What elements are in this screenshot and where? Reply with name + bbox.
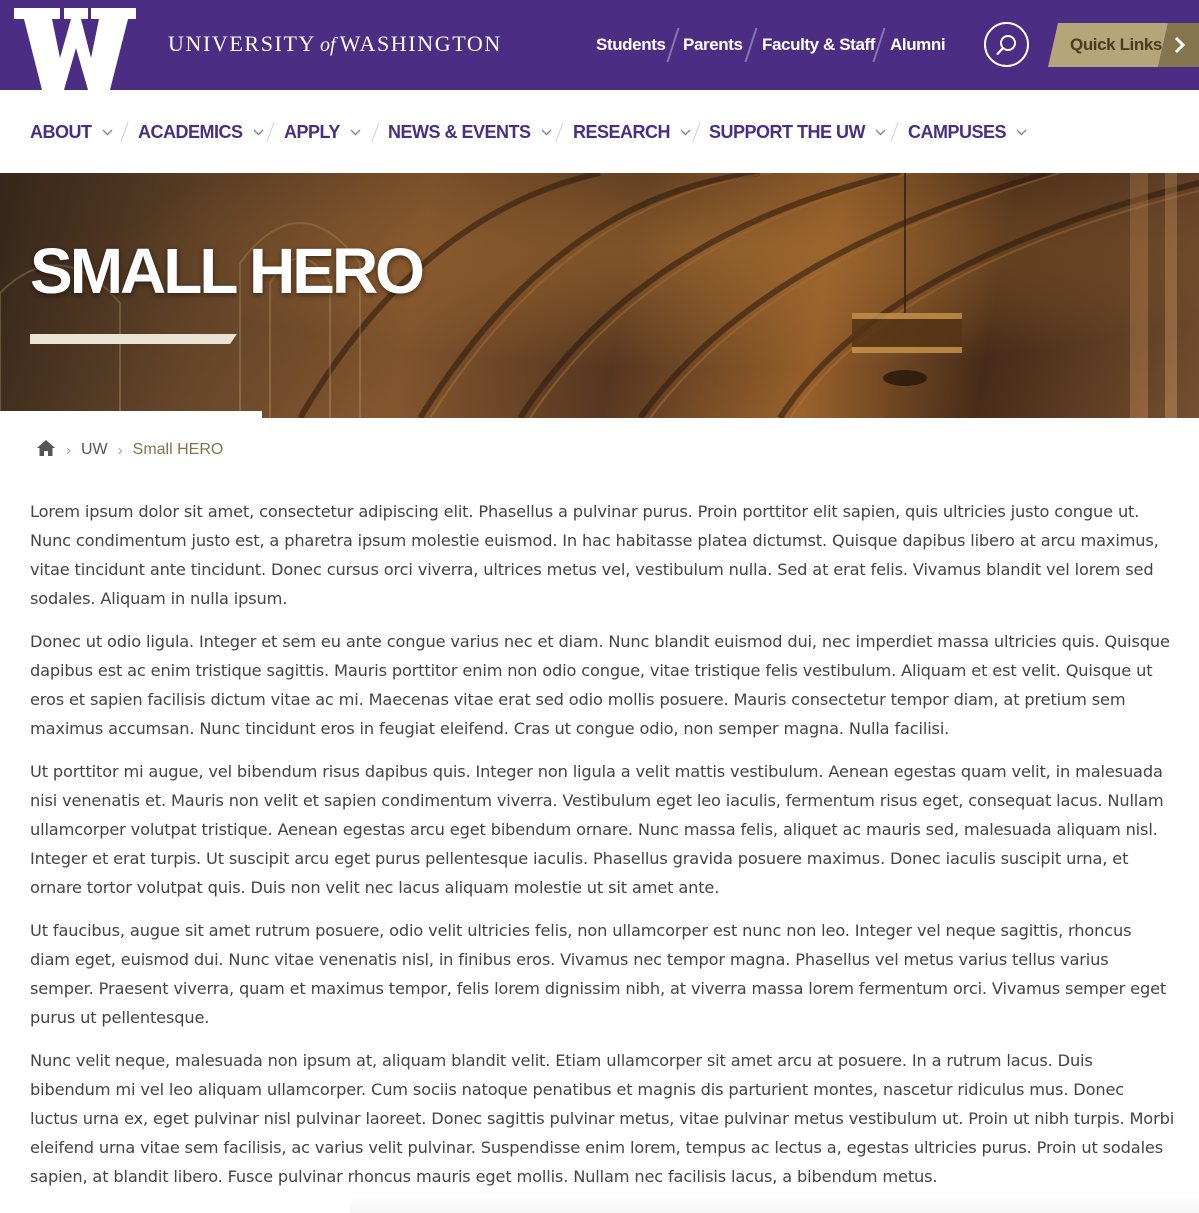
audience-link-parents[interactable]: Parents	[683, 35, 743, 55]
nav-item-support-the-uw[interactable]: SUPPORT THE UW	[709, 120, 886, 144]
bottom-shadow	[350, 1195, 1199, 1213]
nav-divider	[890, 122, 899, 142]
nav-divider	[120, 122, 129, 142]
chevron-down-icon	[1016, 129, 1027, 135]
content-paragraph: Nunc velit neque, malesuada non ipsum at…	[30, 1051, 1175, 1186]
university-wordmark[interactable]: UNIVERSITY of WASHINGTON	[168, 31, 502, 57]
nav-item-campuses[interactable]: CAMPUSES	[908, 120, 1027, 144]
quick-links-label: Quick Links	[1070, 35, 1162, 54]
nav-item-label: ACADEMICS	[138, 121, 243, 142]
audience-link-students[interactable]: Students	[596, 35, 666, 55]
nav-item-apply[interactable]: APPLY	[284, 120, 361, 144]
nav-divider	[266, 122, 275, 142]
nav-divider	[692, 122, 701, 142]
chevron-right-icon	[1174, 36, 1186, 54]
chevron-down-icon	[102, 129, 112, 135]
nav-item-academics[interactable]: ACADEMICS	[138, 120, 264, 144]
chevron-down-icon	[541, 129, 552, 135]
nav-item-label: RESEARCH	[573, 121, 671, 142]
breadcrumb-current: Small HERO	[132, 441, 224, 458]
audience-divider	[744, 28, 758, 62]
audience-link-alumni[interactable]: Alumni	[890, 35, 946, 55]
content-paragraph: Donec ut odio ligula. Integer et sem eu …	[30, 632, 1170, 738]
nav-item-label: ABOUT	[30, 121, 92, 142]
uw-w-logo[interactable]	[14, 8, 136, 90]
home-icon	[37, 439, 55, 456]
chevron-down-icon	[350, 129, 361, 135]
hero-breadcrumb-tab	[0, 411, 262, 418]
wordmark-university: UNIVERSITY	[168, 31, 316, 56]
main-content: Lorem ipsum dolor sit amet, consectetur …	[30, 497, 1175, 1205]
breadcrumb-home-link[interactable]	[36, 439, 56, 462]
nav-divider	[371, 122, 380, 142]
nav-divider	[555, 122, 564, 142]
quick-links-button[interactable]: Quick Links	[1048, 23, 1199, 67]
chevron-down-icon	[680, 129, 691, 135]
nav-item-label: SUPPORT THE UW	[709, 121, 866, 142]
nav-item-research[interactable]: RESEARCH	[573, 120, 691, 144]
audience-divider	[666, 28, 680, 62]
nav-item-news-events[interactable]: NEWS & EVENTS	[388, 120, 552, 144]
chevron-down-icon	[253, 129, 264, 135]
nav-item-label: NEWS & EVENTS	[388, 121, 531, 142]
content-paragraph: Ut porttitor mi augue, vel bibendum risu…	[30, 762, 1164, 897]
chevron-down-icon	[875, 129, 886, 135]
content-paragraph: Lorem ipsum dolor sit amet, consectetur …	[30, 502, 1159, 608]
hero-title: SMALL HERO	[30, 235, 425, 307]
breadcrumb-separator: ›	[117, 441, 123, 459]
nav-item-label: CAMPUSES	[908, 121, 1007, 142]
hero-title-underline	[30, 334, 237, 344]
wordmark-washington: WASHINGTON	[339, 31, 502, 56]
content-paragraph: Ut faucibus, augue sit amet rutrum posue…	[30, 921, 1167, 1027]
hero-banner: SMALL HERO	[0, 173, 1199, 418]
breadcrumb-link-uw[interactable]: UW	[81, 441, 108, 459]
main-navigation: ABOUT ACADEMICS APPLY NEWS & EVENTS RESE…	[0, 90, 1199, 173]
top-header: UNIVERSITY of WASHINGTON Students Parents …	[0, 0, 1199, 90]
wordmark-of: of	[320, 34, 336, 56]
w-logo-icon	[14, 8, 136, 90]
search-button[interactable]	[984, 22, 1029, 67]
nav-item-about[interactable]: ABOUT	[30, 120, 113, 144]
breadcrumb-separator: ›	[66, 441, 71, 459]
breadcrumb: › UW › Small HERO	[36, 438, 223, 462]
nav-item-label: APPLY	[284, 121, 340, 142]
search-icon	[996, 35, 1016, 56]
audience-link-faculty-staff[interactable]: Faculty & Staff	[762, 35, 875, 55]
